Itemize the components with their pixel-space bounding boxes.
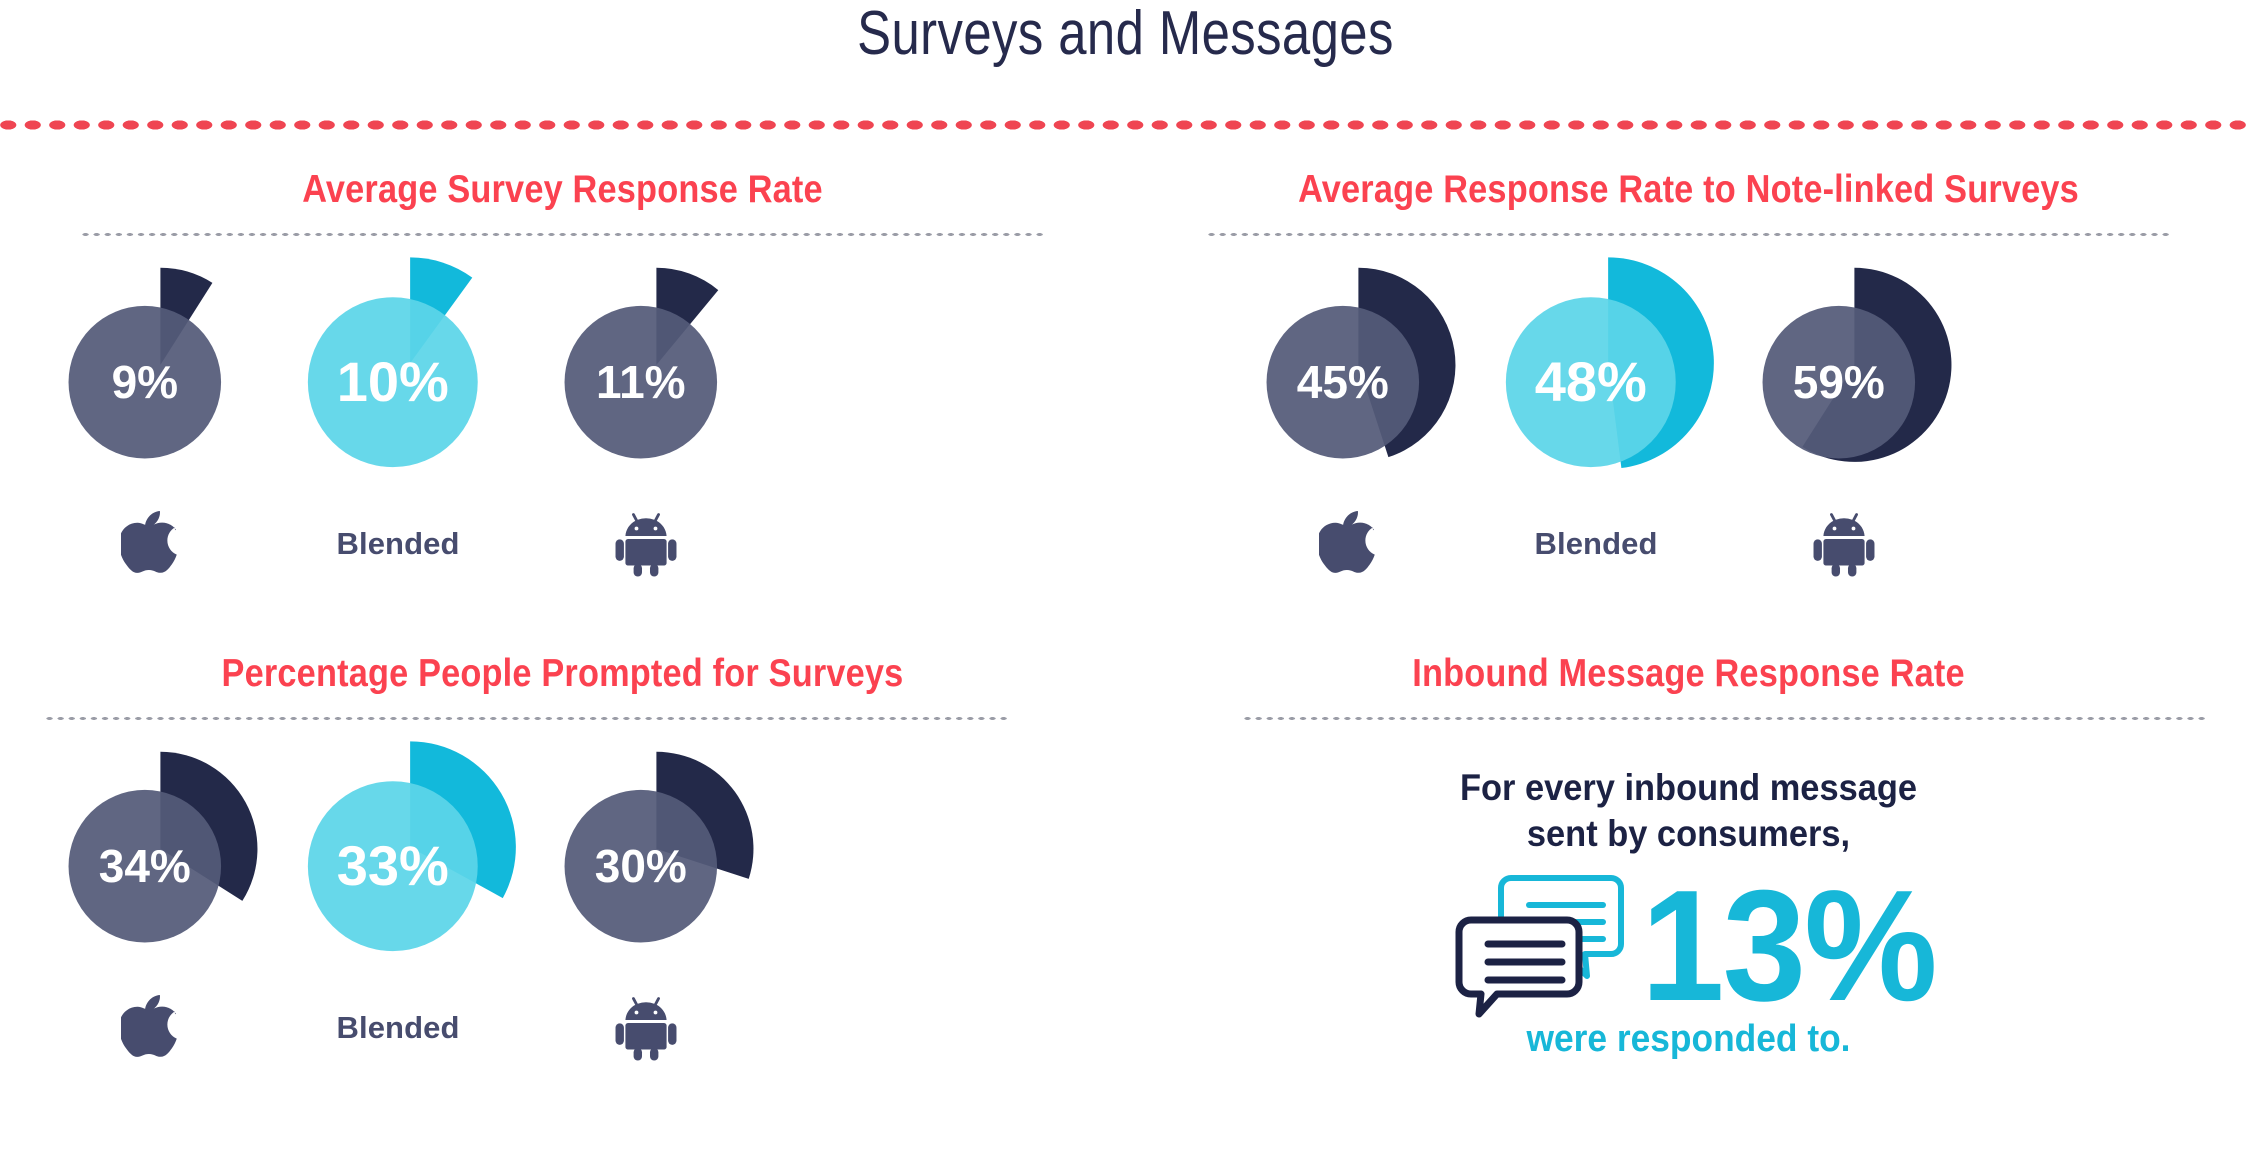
- donut-cell: 48% Blended: [1466, 247, 1726, 583]
- donut-svg: [1266, 267, 1456, 459]
- android-icon: [516, 989, 776, 1067]
- donut-base-circle: [1762, 305, 1916, 459]
- inbound-footer-text: were responded to.: [1526, 1017, 1851, 1060]
- android-icon-svg: [615, 997, 677, 1061]
- donut-base-circle: [68, 305, 222, 459]
- donut-base-circle: [564, 305, 718, 459]
- donut-cell: 30%: [516, 731, 776, 1067]
- donut-svg: [68, 751, 258, 943]
- android-icon-svg: [1813, 513, 1875, 577]
- apple-icon: [20, 989, 280, 1067]
- donut-base-circle: [68, 789, 222, 943]
- android-icon: [516, 505, 776, 583]
- inbound-percent-value: 13%: [1641, 858, 1938, 1035]
- panel-inbound-message-response-rate: Inbound Message Response Rate For every …: [1126, 654, 2251, 1061]
- red-dotted-divider: [0, 118, 2251, 132]
- blended-label-text: Blended: [1534, 525, 1658, 561]
- donut-base-circle: [1505, 297, 1676, 467]
- donut-cell: 9%: [20, 247, 280, 583]
- blended-label-text: Blended: [336, 525, 460, 561]
- grey-dotted-divider: [1205, 231, 2172, 237]
- panel-title: Inbound Message Response Rate: [1412, 652, 1965, 695]
- donut-row: 9% 10% Blended 11%: [0, 247, 1125, 577]
- donut-svg: [307, 741, 516, 951]
- donut-svg: [564, 751, 754, 943]
- apple-icon-svg: [1319, 511, 1375, 574]
- blended-label-text: Blended: [336, 1009, 460, 1045]
- donut-row: 34% 33% Blended 30%: [0, 731, 1125, 1061]
- donut-base-circle: [1266, 305, 1420, 459]
- donut-chart: 11%: [516, 247, 776, 497]
- donut-chart: 34%: [20, 731, 280, 981]
- donut-cell: 10% Blended: [268, 247, 528, 583]
- grey-dotted-divider: [1242, 715, 2208, 721]
- donut-cell: 34%: [20, 731, 280, 1067]
- donut-cell: 45%: [1218, 247, 1478, 583]
- panel-average-response-rate-note-linked-surveys: Average Response Rate to Note-linked Sur…: [1126, 168, 2251, 577]
- blended-label: Blended: [268, 989, 528, 1067]
- apple-icon: [1218, 505, 1478, 583]
- chat-bubbles-svg: [1455, 874, 1625, 1018]
- blended-label: Blended: [1466, 505, 1726, 583]
- donut-svg: [1505, 257, 1714, 468]
- donut-chart: 10%: [268, 247, 528, 497]
- donut-chart: 9%: [20, 247, 280, 497]
- donut-chart: 30%: [516, 731, 776, 981]
- inbound-stat-row: 13%: [1126, 858, 2251, 1035]
- page-title: Surveys and Messages: [857, 0, 1394, 68]
- grey-dotted-divider: [44, 715, 1010, 721]
- grey-dotted-divider: [79, 231, 1046, 237]
- donut-chart: 59%: [1714, 247, 1974, 497]
- donut-cell: 11%: [516, 247, 776, 583]
- donut-chart: 48%: [1466, 247, 1726, 497]
- donut-cell: 59%: [1714, 247, 1974, 583]
- android-icon: [1714, 505, 1974, 583]
- inbound-lead-text: For every inbound message sent by consum…: [1459, 766, 1918, 855]
- donut-row: 45% 48% Blended 59%: [1126, 247, 2251, 577]
- donut-base-circle: [564, 789, 718, 943]
- donut-base-circle: [307, 781, 478, 951]
- panel-average-survey-response-rate: Average Survey Response Rate 9% 10% Blende…: [0, 168, 1125, 577]
- apple-icon-svg: [121, 511, 177, 574]
- panel-percentage-people-prompted-for-surveys: Percentage People Prompted for Surveys 3…: [0, 652, 1125, 1061]
- donut-cell: 33% Blended: [268, 731, 528, 1067]
- panel-title: Average Survey Response Rate: [302, 168, 823, 211]
- apple-icon-svg: [121, 995, 177, 1058]
- android-icon-svg: [615, 513, 677, 577]
- donut-chart: 33%: [268, 731, 528, 981]
- chat-bubbles-icon: [1455, 872, 1627, 1022]
- chat-bubble-front: [1455, 916, 1583, 1018]
- panel-title: Average Response Rate to Note-linked Sur…: [1298, 168, 2079, 211]
- panel-title: Percentage People Prompted for Surveys: [221, 652, 904, 695]
- donut-chart: 45%: [1218, 247, 1478, 497]
- donut-svg: [307, 257, 478, 467]
- donut-base-circle: [307, 297, 478, 467]
- apple-icon: [20, 505, 280, 583]
- donut-svg: [68, 267, 222, 459]
- donut-svg: [564, 267, 719, 459]
- inbound-message-block: For every inbound message sent by consum…: [1126, 765, 2251, 1061]
- blended-label: Blended: [268, 505, 528, 583]
- donut-svg: [1762, 267, 1952, 462]
